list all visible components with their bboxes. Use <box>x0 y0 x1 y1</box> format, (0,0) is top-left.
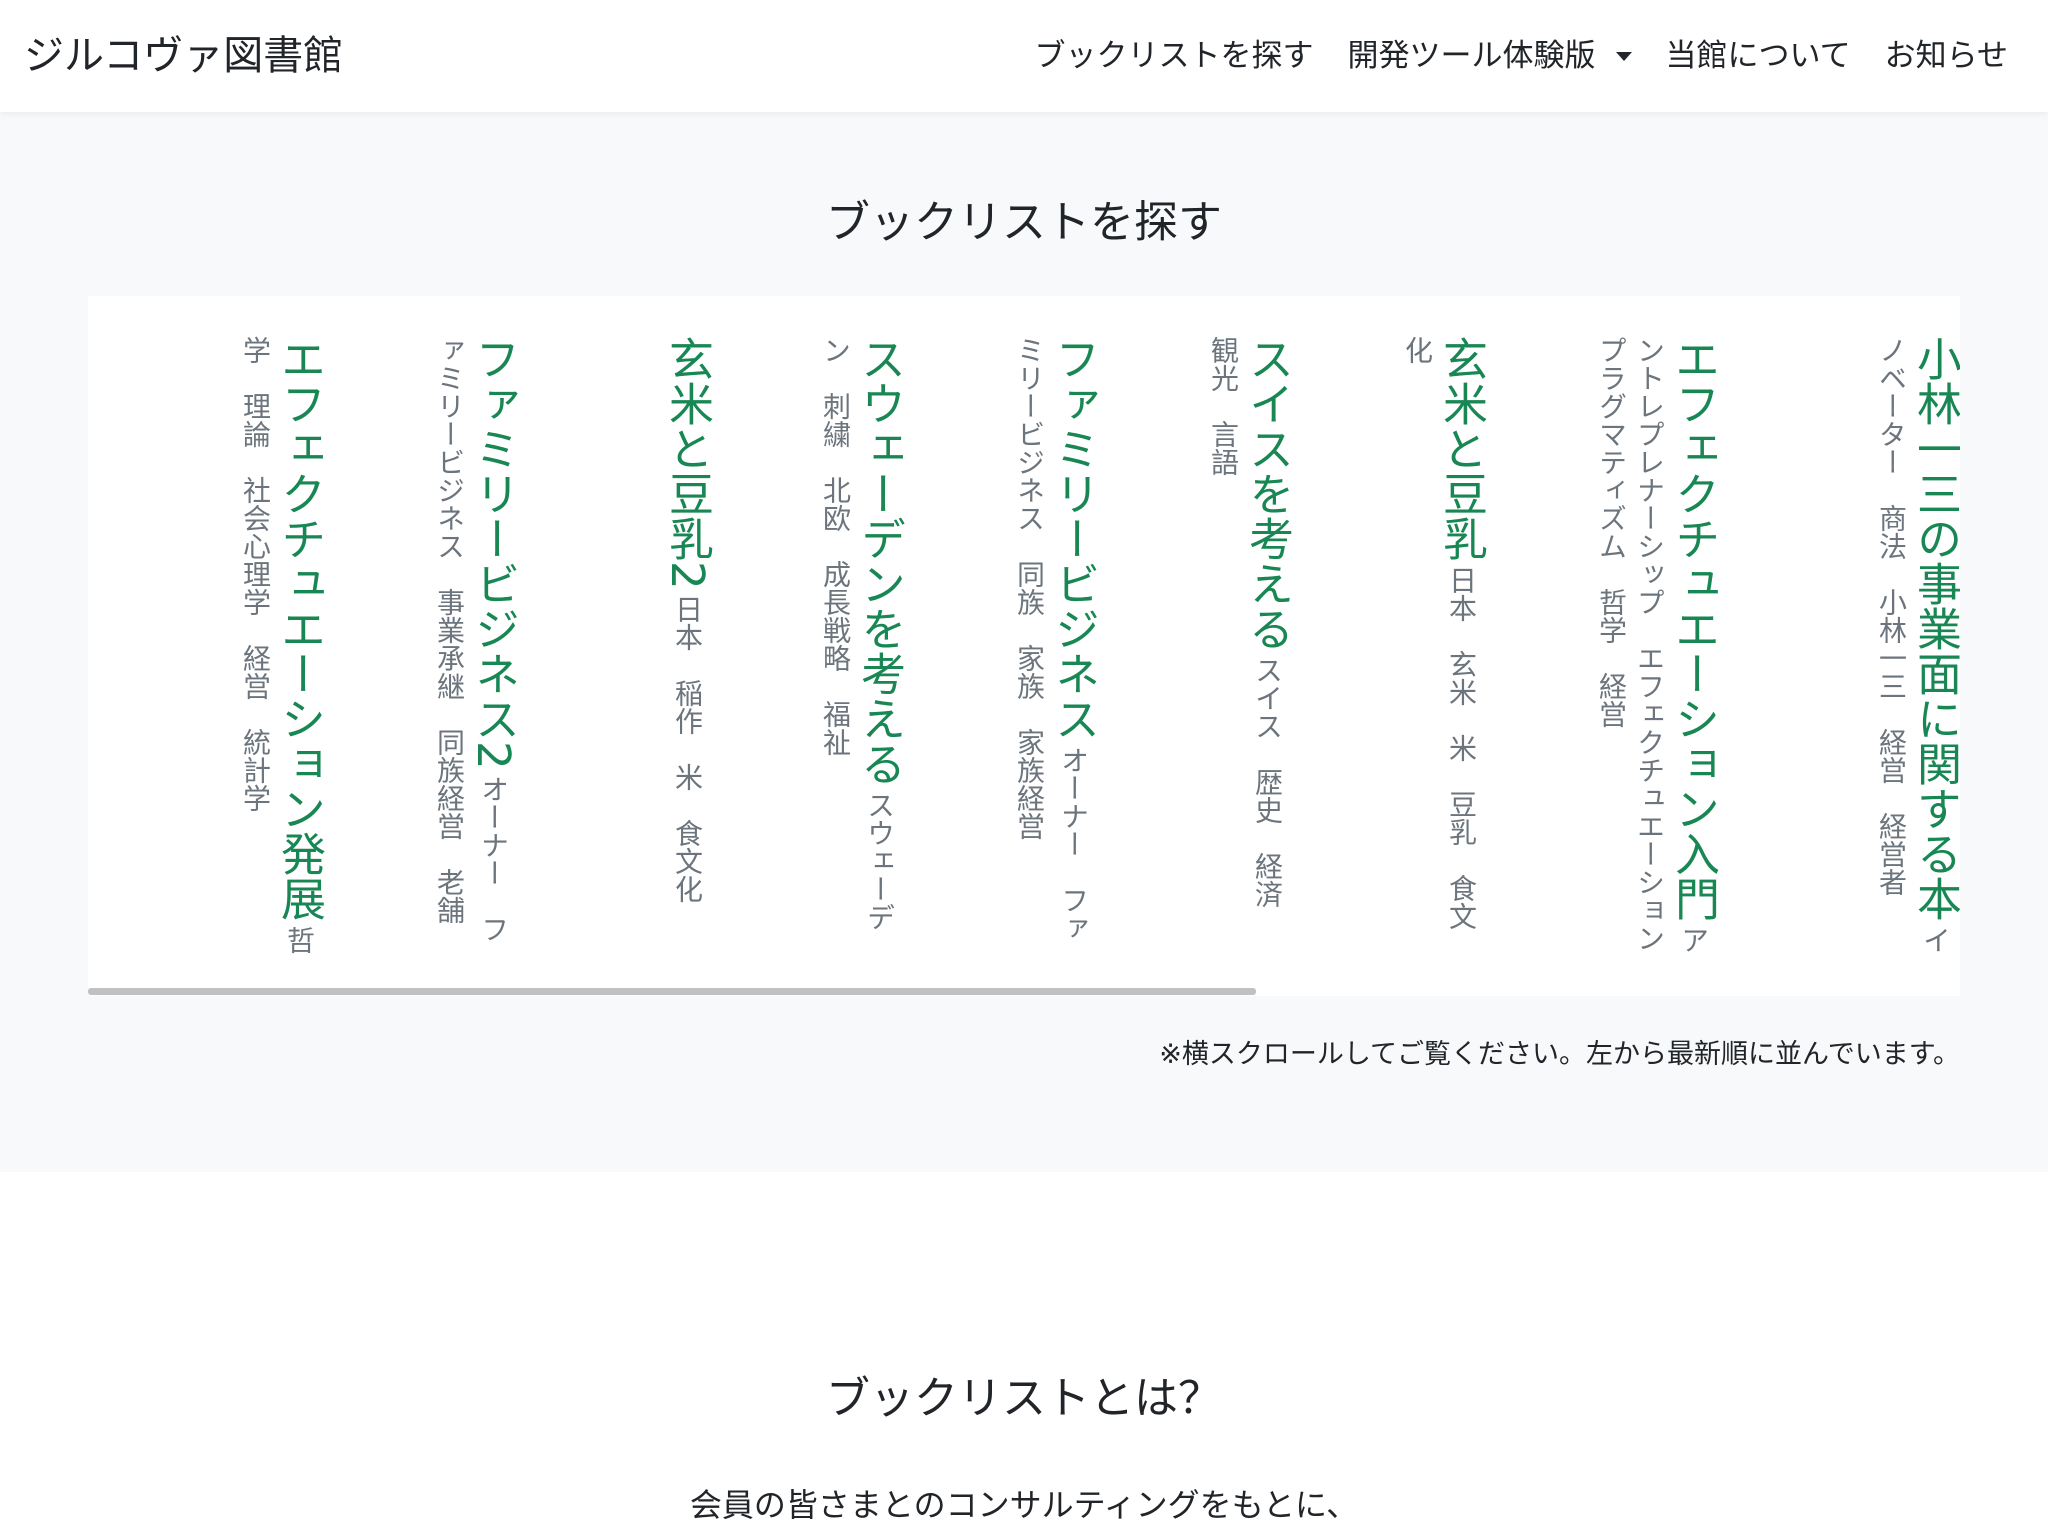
nav-item-about[interactable]: 当館について <box>1666 30 1851 82</box>
book-title[interactable]: ファミリービジネス2 <box>467 336 520 770</box>
nav-item-label: お知らせ <box>1884 38 2008 74</box>
book-title[interactable]: 玄米と豆乳 <box>1435 336 1488 561</box>
caret-down-icon <box>1615 51 1632 61</box>
booklist-scroller[interactable]: 小林一三の事業面に関する本 イノベーター 商法 小林一三 経営 経営者 エフェク… <box>88 296 1960 996</box>
about-text: 会員の皆さまとのコンサルティングをもとに、 <box>689 1486 1359 1524</box>
book-title[interactable]: 玄米と豆乳2 <box>661 336 714 590</box>
navbar: ジルコヴァ図書館 ブックリストを探す 開発ツール体験版 当館について お知らせ <box>0 0 2048 112</box>
book-card[interactable]: 玄米と豆乳2 日本 稲作 米 食文化 <box>661 336 714 956</box>
book-card[interactable]: エフェクチュエーション発展 哲学 理論 社会心理学 経営 統計学 <box>236 336 326 956</box>
scrollbar-thumb[interactable] <box>88 988 1256 995</box>
book-card[interactable]: エフェクチュエーション入門 アントレプレナーシップ エフェクチュエーション プラ… <box>1592 336 1720 980</box>
book-card[interactable]: スイスを考える スイス 歴史 経済 観光 言語 <box>1204 336 1294 956</box>
nav-item-devtools-dropdown[interactable]: 開発ツール体験版 <box>1348 30 1632 82</box>
book-title[interactable]: スイスを考える <box>1241 336 1294 651</box>
nav-item-label: 開発ツール体験版 <box>1347 38 1596 74</box>
book-title[interactable]: 小林一三の事業面に関する本 <box>1909 336 1960 921</box>
booklist-section: ブックリストを探す 小林一三の事業面に関する本 イノベーター 商法 小林一三 経… <box>0 112 2048 1172</box>
horizontal-scrollbar[interactable] <box>88 986 1960 996</box>
booklist-heading: ブックリストを探す <box>826 197 1222 248</box>
book-title[interactable]: スウェーデンを考える <box>853 336 906 786</box>
book-tags: 日本 稲作 米 食文化 <box>671 594 704 903</box>
book-title[interactable]: エフェクチュエーション発展 <box>273 336 326 921</box>
nav-item-label: ブックリストを探す <box>1034 38 1314 74</box>
about-heading: ブックリストとは？ <box>826 1373 1222 1424</box>
book-title[interactable]: エフェクチュエーション入門 <box>1667 336 1720 921</box>
brand-logo[interactable]: ジルコヴァ図書館 <box>24 28 343 84</box>
book-card[interactable]: スウェーデンを考える スウェーデン 刺繍 北欧 成長戦略 福祉 <box>816 336 906 956</box>
book-card[interactable]: ファミリービジネス オーナー ファミリービジネス 同族 家族 家族経営 <box>1010 336 1100 956</box>
book-card[interactable]: ファミリービジネス2 オーナー ファミリービジネス 事業承継 同族経営 老舗 <box>430 336 520 956</box>
nav-item-news[interactable]: お知らせ <box>1885 30 2008 82</box>
book-card[interactable]: 玄米と豆乳 日本 玄米 米 豆乳 食文化 <box>1398 336 1488 956</box>
nav-item-label: 当館について <box>1665 38 1851 74</box>
scroll-hint: ※横スクロールしてご覧ください。左から最新順に並んでいます。 <box>1159 1039 1960 1070</box>
nav-item-booklist[interactable]: ブックリストを探す <box>1035 30 1314 82</box>
nav-menu: ブックリストを探す 開発ツール体験版 当館について お知らせ <box>1001 30 2008 82</box>
book-title[interactable]: ファミリービジネス <box>1047 336 1100 741</box>
about-section: ブックリストとは？ 会員の皆さまとのコンサルティングをもとに、 <box>0 1172 2048 1536</box>
book-card[interactable]: 小林一三の事業面に関する本 イノベーター 商法 小林一三 経営 経営者 <box>1872 336 1960 956</box>
